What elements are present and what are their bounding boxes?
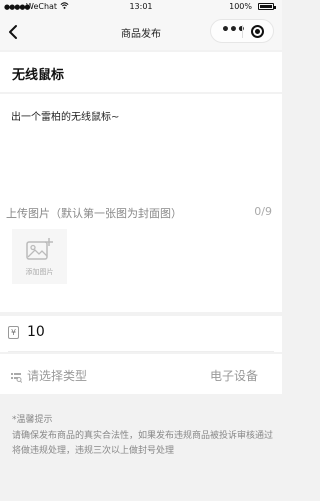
notice-heading: *温馨提示 (12, 415, 53, 425)
upload-count: 0/9 (254, 205, 272, 218)
price-section: ¥ 10 (0, 316, 282, 352)
product-name-section: 无线鼠标 (0, 52, 282, 92)
capsule-divider (242, 25, 243, 38)
battery-icon (258, 3, 276, 10)
add-image-label: 添加图片 (25, 268, 54, 276)
price-input[interactable]: 10 (27, 324, 45, 340)
product-name-input[interactable]: 无线鼠标 (12, 64, 64, 83)
upload-label: 上传图片（默认第一张图为封面图） (6, 207, 182, 220)
battery-percent: 100% (229, 2, 252, 11)
notice-section: *温馨提示 请确保发布商品的真实合法性，如果发布违规商品被投诉审核通过将做违规处… (0, 400, 282, 501)
description-section: 出一个雷柏的无线鼠标~ 上传图片（默认第一张图为封面图） 0/9 添加图片 (0, 94, 282, 312)
description-textarea[interactable]: 出一个雷柏的无线鼠标~ (11, 108, 119, 123)
status-bar: ●●●●● WeChat 13:01 100% (0, 0, 282, 14)
navigation-bar: 商品发布 ••• (0, 14, 282, 50)
close-program-icon[interactable] (251, 25, 264, 38)
category-icon (10, 368, 23, 387)
type-placeholder: 请选择类型 (27, 369, 88, 383)
add-image-button[interactable]: 添加图片 (12, 229, 67, 284)
divider (8, 351, 274, 352)
notice-body: 请确保发布商品的真实合法性，如果发布违规商品被投诉审核通过将做违规处理，违规三次… (12, 431, 274, 456)
image-add-icon (26, 238, 53, 260)
mini-program-capsule: ••• (210, 19, 274, 43)
type-selected-value[interactable]: 电子设备 (210, 367, 258, 384)
type-picker[interactable]: 请选择类型 电子设备 (0, 354, 282, 394)
price-icon: ¥ (8, 326, 19, 339)
